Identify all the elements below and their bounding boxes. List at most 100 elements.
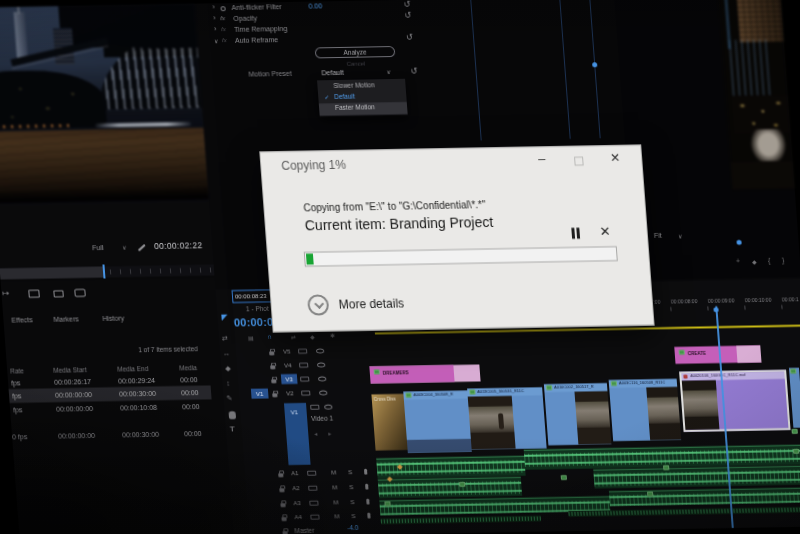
video-clip[interactable]: A003C116_160508_R11C (609, 379, 682, 441)
chevron-right-icon[interactable]: › (214, 25, 217, 32)
type-tool[interactable]: T (229, 424, 235, 433)
minimize-button[interactable]: – (538, 151, 546, 166)
diamond-icon[interactable]: ◆ (752, 258, 757, 265)
source-patch-v1[interactable]: V1 (251, 388, 269, 398)
column-header-rate[interactable]: Rate (10, 367, 24, 374)
audio-clip[interactable] (381, 515, 541, 524)
audio-clip[interactable] (593, 466, 800, 489)
razor-tool[interactable]: ◆ (225, 364, 231, 372)
plus-icon[interactable]: + (736, 258, 741, 265)
keyframe-dot[interactable] (592, 62, 597, 67)
close-button[interactable]: ✕ (610, 151, 621, 165)
pen-tool[interactable]: ✎ (226, 394, 232, 402)
tab-markers[interactable]: Markers (53, 316, 79, 323)
reset-icon[interactable]: ↺ (410, 67, 417, 76)
insert-icon[interactable]: ↦ (2, 289, 9, 298)
cancel-button[interactable]: Cancel (316, 59, 397, 68)
table-row[interactable]: 0 fps 00:00:00:00 00:00:30:00 00:00 (12, 429, 215, 445)
video-clip[interactable]: A003C004_160508_R (403, 391, 472, 453)
audio-clip[interactable] (378, 477, 522, 499)
sync-lock-icon[interactable] (301, 391, 310, 396)
selection-tool[interactable]: ◤ (221, 313, 228, 322)
mute-button[interactable]: M (331, 469, 336, 475)
brace-right-icon[interactable]: } (782, 257, 785, 264)
track-label-v3-box[interactable]: V3 (281, 374, 298, 384)
track-output-icon[interactable] (319, 390, 327, 395)
track-label-a3[interactable]: A3 (293, 500, 301, 506)
hand-tool[interactable] (228, 411, 236, 419)
clapperboard-icon[interactable] (28, 290, 40, 298)
master-db-value[interactable]: -4.0 (347, 524, 359, 531)
playhead-head[interactable] (713, 307, 718, 312)
video-clip-selected[interactable]: A0020106_160G1C_R11C.mxf (679, 370, 790, 432)
cancel-copy-button[interactable]: ✕ (599, 224, 611, 239)
column-header-media-end[interactable]: Media End (117, 365, 149, 373)
track-v1-selected-block[interactable]: V1 (284, 403, 311, 465)
lock-icon[interactable] (269, 351, 274, 355)
export-frame-icon[interactable] (53, 290, 64, 297)
timeline-settings-icon[interactable]: ✱ (330, 331, 336, 338)
ripple-edit-tool[interactable]: ↔ (223, 349, 231, 356)
sync-lock-icon[interactable] (298, 349, 307, 354)
tab-history[interactable]: History (102, 315, 124, 322)
clip-dreamers[interactable]: DREAMERS (369, 365, 480, 384)
menu-item-default[interactable]: Default (334, 93, 355, 100)
more-details-button[interactable] (307, 294, 330, 315)
lock-icon[interactable] (271, 379, 276, 383)
pause-button[interactable] (571, 228, 584, 239)
tab-effects[interactable]: Effects (11, 317, 33, 324)
camera-icon[interactable] (74, 289, 86, 297)
stopwatch-icon[interactable] (220, 6, 225, 11)
lock-icon[interactable] (281, 517, 286, 521)
next-keyframe-icon[interactable]: ▸ (328, 429, 332, 436)
program-scrubber-playhead[interactable] (736, 240, 741, 245)
track-label-a4[interactable]: A4 (294, 514, 302, 520)
effect-row-label[interactable]: Anti-flicker Filter (231, 3, 282, 11)
column-header-media-start[interactable]: Media Start (53, 366, 87, 374)
prev-keyframe-icon[interactable]: ◂ (314, 430, 318, 437)
track-label-master[interactable]: Master (294, 527, 314, 534)
clip-cross-dissolve[interactable]: Cross Diss (371, 394, 407, 451)
reset-icon[interactable]: ↺ (403, 0, 410, 9)
track-output-icon[interactable] (318, 376, 326, 381)
video-clip[interactable]: A013C005_160531_R11C (467, 387, 547, 449)
sequence-tab[interactable]: 1 - Phot (246, 305, 269, 312)
video-clip[interactable]: A010C002_160517_R (544, 383, 612, 445)
video-clip[interactable] (789, 368, 800, 428)
chevron-right-icon[interactable]: › (212, 3, 215, 10)
table-row[interactable]: fps 00:00:00:00 00:00:10:08 00:00 (10, 402, 213, 418)
lock-icon[interactable] (280, 503, 285, 507)
track-output-icon[interactable] (324, 404, 332, 409)
wrench-icon[interactable] (138, 244, 146, 251)
menu-item-faster-motion[interactable]: Faster Motion (319, 102, 408, 116)
sync-lock-icon[interactable] (310, 515, 319, 520)
source-zoom-select[interactable]: Full (92, 244, 104, 251)
maximize-button[interactable] (574, 157, 584, 166)
track-output-icon[interactable] (317, 362, 325, 367)
scrubber-playhead[interactable] (102, 264, 105, 278)
analyze-button[interactable]: Analyze (315, 46, 396, 58)
menu-item-slower-motion[interactable]: Slower Motion (333, 81, 375, 89)
lock-icon[interactable] (279, 488, 284, 492)
column-header-media[interactable]: Media (179, 364, 197, 371)
chevron-down-icon[interactable]: ∨ (214, 37, 219, 44)
mic-icon[interactable] (365, 484, 368, 490)
brace-left-icon[interactable]: { (768, 257, 771, 264)
mute-button[interactable]: M (333, 499, 338, 505)
solo-button[interactable]: S (350, 499, 354, 505)
motion-preset-value[interactable]: Default (321, 69, 344, 76)
lock-icon[interactable] (278, 473, 283, 477)
track-select-tool[interactable]: ⇄ (222, 334, 228, 342)
effect-row-label[interactable]: Time Remapping (234, 25, 288, 33)
solo-button[interactable]: S (348, 469, 352, 475)
mic-icon[interactable] (364, 469, 367, 475)
marker-icon[interactable]: ◆ (310, 333, 315, 340)
snap-icon[interactable]: ∩ (267, 332, 273, 339)
reset-icon[interactable]: ↺ (404, 11, 411, 20)
lock-icon[interactable] (270, 365, 275, 369)
track-output-icon[interactable] (316, 348, 324, 353)
audio-clip[interactable] (609, 488, 800, 507)
solo-button[interactable]: S (349, 484, 353, 490)
program-zoom-select[interactable]: Fit (654, 232, 662, 239)
slip-tool[interactable]: ↕ (226, 379, 230, 386)
